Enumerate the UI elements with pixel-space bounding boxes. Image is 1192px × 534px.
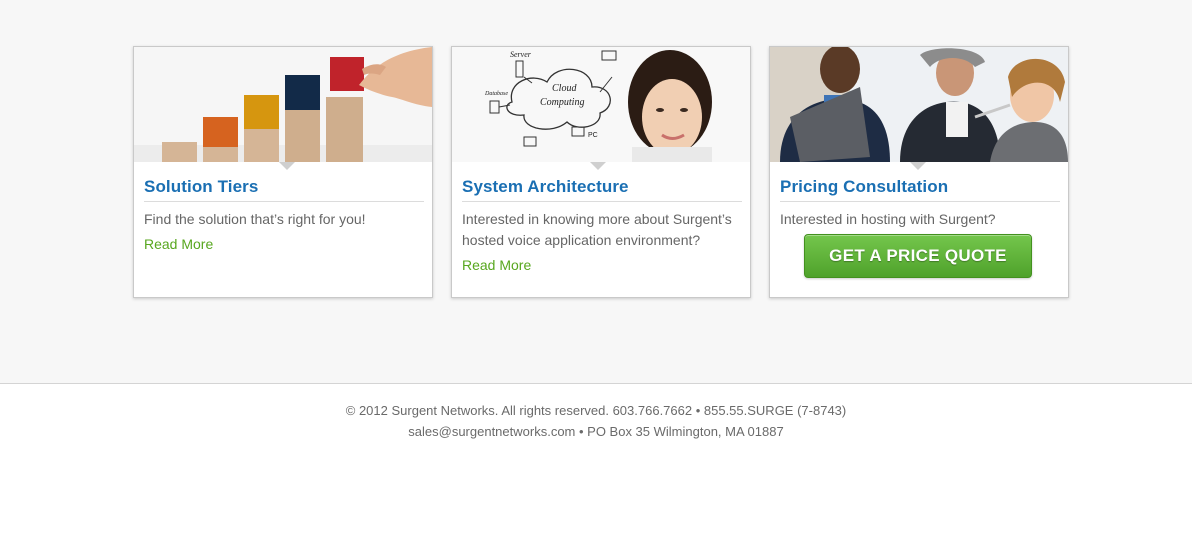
footer: © 2012 Surgent Networks. All rights rese… [0,400,1192,442]
cloud-computing-image: Cloud Computing Server Database PC [452,47,750,162]
card-title: Solution Tiers [144,177,259,196]
card-divider [780,201,1060,202]
computing-label: Computing [540,97,584,108]
database-label: Database [484,91,508,97]
content-area: Solution Tiers Find the solution that’s … [0,0,1192,384]
business-meeting-image [770,47,1068,162]
card-description: Find the solution that’s right for you! [144,211,366,227]
solution-tiers-card: Solution Tiers Find the solution that’s … [133,46,433,298]
card-notch [279,162,295,170]
card-description: Interested in knowing more about Surgent… [462,211,732,248]
stacked-blocks-image [134,47,432,162]
footer-contact: sales@surgentnetworks.com • PO Box 35 Wi… [408,424,784,439]
card-title: System Architecture [462,177,629,196]
read-more-link[interactable]: Read More [462,257,531,273]
cloud-label: Cloud [552,83,577,94]
card-notch [910,162,926,170]
card-divider [144,201,424,202]
pc-label: PC [588,132,598,139]
card-divider [462,201,742,202]
pricing-consultation-card: Pricing Consultation Interested in hosti… [769,46,1069,298]
footer-copyright: © 2012 Surgent Networks. All rights rese… [345,403,847,418]
card-description: Interested in hosting with Surgent? [780,211,996,227]
server-label: Server [510,50,532,59]
get-price-quote-button[interactable]: GET A PRICE QUOTE [804,234,1032,278]
read-more-link[interactable]: Read More [144,236,213,252]
card-notch [590,162,606,170]
card-title: Pricing Consultation [780,177,949,196]
system-architecture-card: Cloud Computing Server Database PC Syste… [451,46,751,298]
